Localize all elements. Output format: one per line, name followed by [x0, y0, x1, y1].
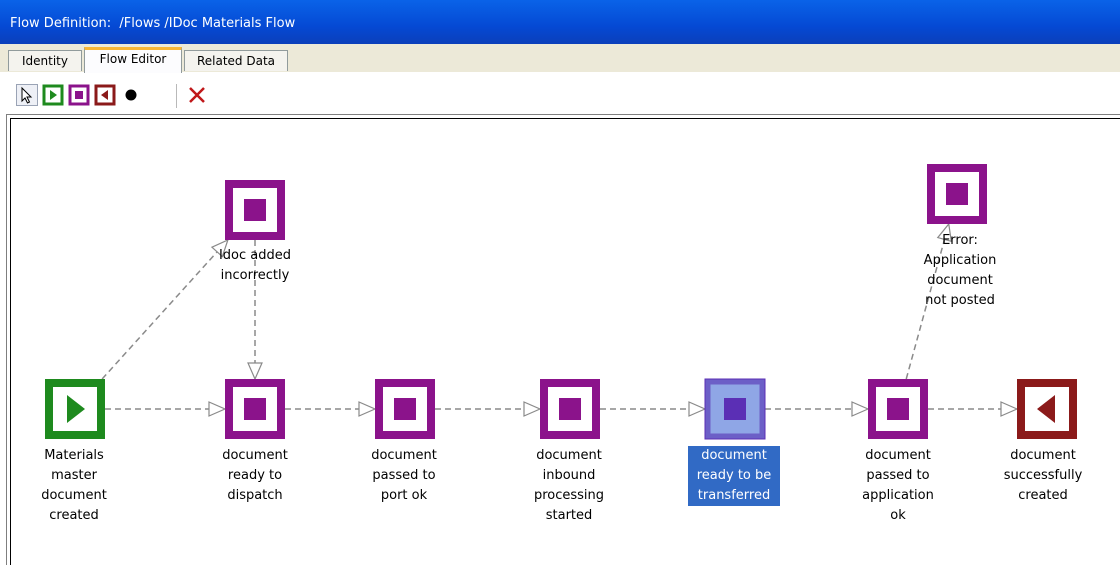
node-label-line: created: [1018, 488, 1068, 503]
node-label-port: document passed to port ok: [359, 446, 449, 506]
node-label-line: document: [371, 448, 437, 463]
flow-edge[interactable]: [105, 401, 227, 417]
node-label-line: Application: [923, 253, 997, 268]
node-label-line: Error:: [942, 233, 978, 248]
flow-node-intermediate[interactable]: [375, 379, 435, 439]
node-label-line: application: [862, 488, 934, 503]
node-label-line: document: [701, 448, 767, 463]
node-label-inbound: document inbound processing started: [519, 446, 619, 526]
node-label-line: inbound: [542, 468, 596, 483]
node-label-end: document successfully created: [993, 446, 1093, 506]
arrowhead-icon: [208, 401, 227, 417]
flow-edge[interactable]: [600, 401, 707, 417]
node-label-dispatch: document ready to dispatch: [210, 446, 300, 506]
node-label-line: transferred: [697, 488, 771, 503]
flow-edge[interactable]: [765, 401, 870, 417]
node-label-line: document: [41, 488, 107, 503]
arrowhead-icon: [688, 401, 707, 417]
node-label-line: ok: [890, 508, 906, 523]
node-label-line: master: [51, 468, 97, 483]
flow-node-intermediate[interactable]: [540, 379, 600, 439]
node-label-line: document: [865, 448, 931, 463]
node-label-start: Materials master document created: [29, 446, 119, 526]
arrowhead-icon: [247, 362, 263, 381]
node-label-line: ready to be: [696, 468, 772, 483]
node-label-idoc: Idoc added incorrectly: [205, 246, 305, 286]
node-label-line: Idoc added: [218, 248, 292, 263]
node-label-line: dispatch: [227, 488, 283, 503]
node-label-application: document passed to application ok: [848, 446, 948, 526]
node-label-line: passed to: [866, 468, 930, 483]
node-label-line: created: [49, 508, 99, 523]
node-label-line: started: [545, 508, 593, 523]
flow-edge[interactable]: [928, 401, 1019, 417]
flow-edge[interactable]: [435, 401, 542, 417]
flow-node-intermediate[interactable]: [225, 379, 285, 439]
node-label-line: successfully: [1003, 468, 1083, 483]
node-label-line: incorrectly: [220, 268, 290, 283]
node-label-line: port ok: [380, 488, 428, 503]
arrowhead-icon: [1000, 401, 1019, 417]
node-label-line: Materials: [44, 448, 104, 463]
flow-node-intermediate[interactable]: [927, 164, 987, 224]
node-label-line: document: [927, 273, 993, 288]
arrowhead-icon: [523, 401, 542, 417]
flow-edge[interactable]: [285, 401, 377, 417]
flow-node-start[interactable]: [45, 379, 105, 439]
node-label-error: Error: Application document not posted: [910, 231, 1010, 311]
flow-node-intermediate[interactable]: [868, 379, 928, 439]
flow-node-intermediate[interactable]: [225, 180, 285, 240]
arrowhead-icon: [851, 401, 870, 417]
node-label-line: not posted: [925, 293, 995, 308]
node-label-line: document: [536, 448, 602, 463]
node-label-line: ready to: [227, 468, 283, 483]
node-label-transfer: document ready to be transferred: [688, 446, 780, 506]
arrowhead-icon: [358, 401, 377, 417]
tab-flow-editor[interactable]: Flow Editor: [84, 47, 182, 73]
flow-node-intermediate[interactable]: [704, 378, 766, 440]
node-label-line: document: [222, 448, 288, 463]
node-label-line: document: [1010, 448, 1076, 463]
flow-node-end[interactable]: [1017, 379, 1077, 439]
node-label-line: passed to: [372, 468, 436, 483]
node-label-line: processing: [533, 488, 605, 503]
